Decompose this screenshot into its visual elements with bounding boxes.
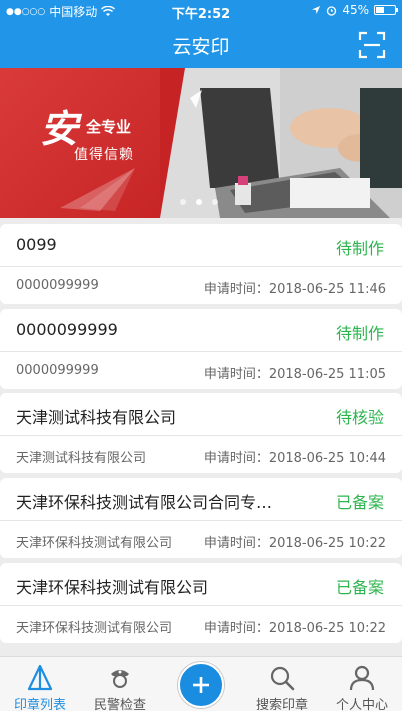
time-value: 2018-06-25 10:44	[268, 451, 386, 466]
record-title: 天津环保科技测试有限公司	[16, 578, 209, 597]
tab-personal-center[interactable]: 个人中心	[322, 657, 402, 711]
scan-button[interactable]	[358, 31, 386, 59]
record-title: 0000099999	[16, 320, 118, 339]
banner-line1: 全专业	[86, 118, 132, 136]
add-icon	[193, 677, 209, 693]
carousel-dot-active[interactable]	[196, 199, 202, 205]
record-time: 申请时间：2018-06-25 10:44	[204, 447, 386, 466]
search-icon	[270, 666, 295, 691]
carousel-indicator	[180, 199, 218, 205]
time-label: 申请时间：	[203, 536, 269, 551]
record-subtitle: 0000099999	[16, 278, 99, 293]
divider	[0, 435, 402, 436]
page-title: 云安印	[172, 36, 230, 58]
status-right: 45%	[311, 3, 398, 17]
record-time: 申请时间：2018-06-25 11:46	[204, 278, 386, 297]
time-value: 2018-06-25 11:05	[268, 367, 386, 382]
add-button[interactable]	[178, 662, 224, 708]
banner-carousel[interactable]: 安 全专业 值得信赖	[0, 68, 402, 218]
divider	[0, 351, 402, 352]
record-title: 天津环保科技测试有限公司合同专…	[16, 493, 273, 512]
time-value: 2018-06-25 11:46	[268, 282, 386, 297]
tab-police-check[interactable]: 民警检查	[80, 657, 160, 711]
tab-label: 搜索印章	[255, 698, 308, 711]
tab-label: 民警检查	[93, 698, 146, 711]
nav-bar: 云安印	[0, 22, 402, 68]
scan-icon	[358, 31, 386, 59]
time-value: 2018-06-25 10:22	[268, 621, 386, 636]
record-time: 申请时间：2018-06-25 10:22	[204, 617, 386, 636]
seal-record-card[interactable]: 0099 待制作 0000099999 申请时间：2018-06-25 11:4…	[0, 224, 402, 304]
record-subtitle: 天津环保科技测试有限公司	[16, 621, 173, 636]
seal-list-icon	[27, 664, 53, 691]
record-subtitle: 天津测试科技有限公司	[16, 451, 147, 466]
record-status: 已备案	[335, 578, 384, 597]
record-status: 待制作	[335, 239, 384, 258]
record-time: 申请时间：2018-06-25 10:22	[204, 532, 386, 551]
divider	[0, 266, 402, 267]
record-time: 申请时间：2018-06-25 11:05	[204, 363, 386, 382]
record-title: 天津测试科技有限公司	[16, 408, 177, 427]
seal-record-card[interactable]: 天津环保科技测试有限公司合同专… 已备案 天津环保科技测试有限公司 申请时间：2…	[0, 478, 402, 558]
tab-label: 印章列表	[13, 698, 66, 711]
tab-search-seal[interactable]: 搜索印章	[242, 657, 322, 711]
tab-seal-list[interactable]: 印章列表	[0, 657, 80, 711]
divider	[0, 605, 402, 606]
carousel-dot[interactable]	[212, 199, 218, 205]
record-status: 已备案	[335, 493, 384, 512]
alarm-icon	[327, 5, 337, 16]
record-status: 待制作	[335, 324, 384, 343]
person-icon	[349, 665, 375, 691]
police-icon	[111, 670, 129, 688]
battery-percent: 45%	[342, 3, 369, 17]
record-subtitle: 天津环保科技测试有限公司	[16, 536, 173, 551]
time-label: 申请时间：	[203, 451, 269, 466]
banner-laptop-image	[160, 68, 402, 218]
time-label: 申请时间：	[203, 282, 269, 297]
record-status: 待核验	[335, 408, 384, 427]
seal-record-card[interactable]: 天津环保科技测试有限公司 已备案 天津环保科技测试有限公司 申请时间：2018-…	[0, 563, 402, 643]
banner-big-char: 安	[40, 106, 79, 151]
banner-line2: 值得信赖	[74, 147, 134, 163]
paper-plane-graphic	[60, 168, 135, 211]
record-subtitle: 0000099999	[16, 363, 99, 378]
time-label: 申请时间：	[203, 367, 269, 382]
tab-label: 个人中心	[335, 698, 388, 711]
time-label: 申请时间：	[203, 621, 269, 636]
status-bar: ●●○○○ 中国移动 下午2:52 45%	[0, 0, 402, 22]
carousel-dot[interactable]	[180, 199, 186, 205]
seal-record-card[interactable]: 天津测试科技有限公司 待核验 天津测试科技有限公司 申请时间：2018-06-2…	[0, 393, 402, 473]
time-value: 2018-06-25 10:22	[268, 536, 386, 551]
record-title: 0099	[16, 235, 57, 254]
location-icon	[312, 6, 321, 14]
battery-icon	[374, 5, 398, 15]
divider	[0, 520, 402, 521]
seal-record-card[interactable]: 0000099999 待制作 0000099999 申请时间：2018-06-2…	[0, 309, 402, 389]
